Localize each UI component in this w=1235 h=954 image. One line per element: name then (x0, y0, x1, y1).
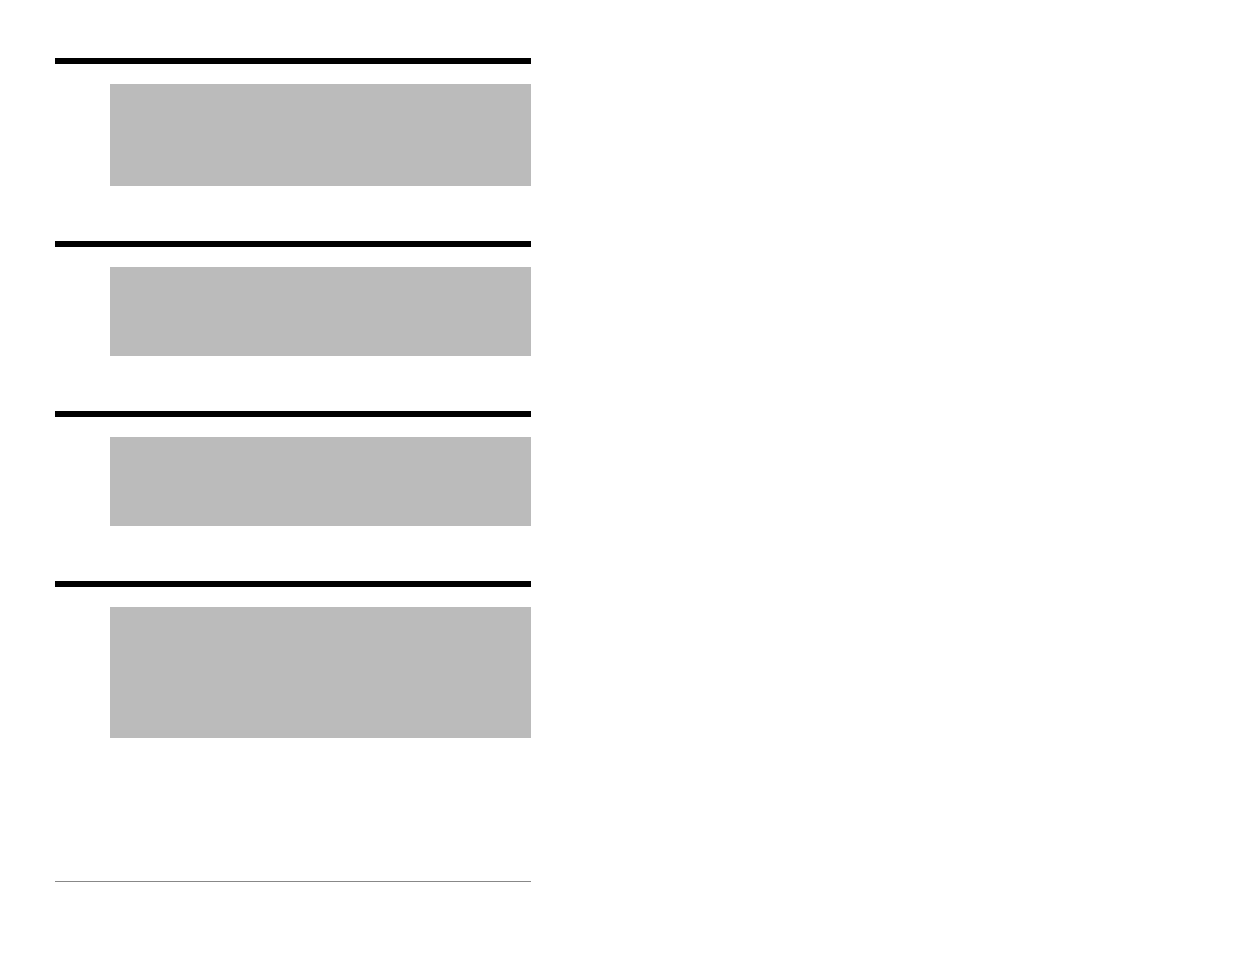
section-4 (55, 581, 531, 738)
content-placeholder (110, 607, 531, 738)
content-column (55, 58, 531, 793)
divider-bar (55, 581, 531, 587)
content-placeholder (110, 267, 531, 356)
content-placeholder (110, 84, 531, 186)
divider-bar (55, 411, 531, 417)
footer-divider (55, 881, 531, 882)
divider-bar (55, 241, 531, 247)
content-placeholder (110, 437, 531, 526)
section-1 (55, 58, 531, 186)
section-3 (55, 411, 531, 526)
section-2 (55, 241, 531, 356)
divider-bar (55, 58, 531, 64)
